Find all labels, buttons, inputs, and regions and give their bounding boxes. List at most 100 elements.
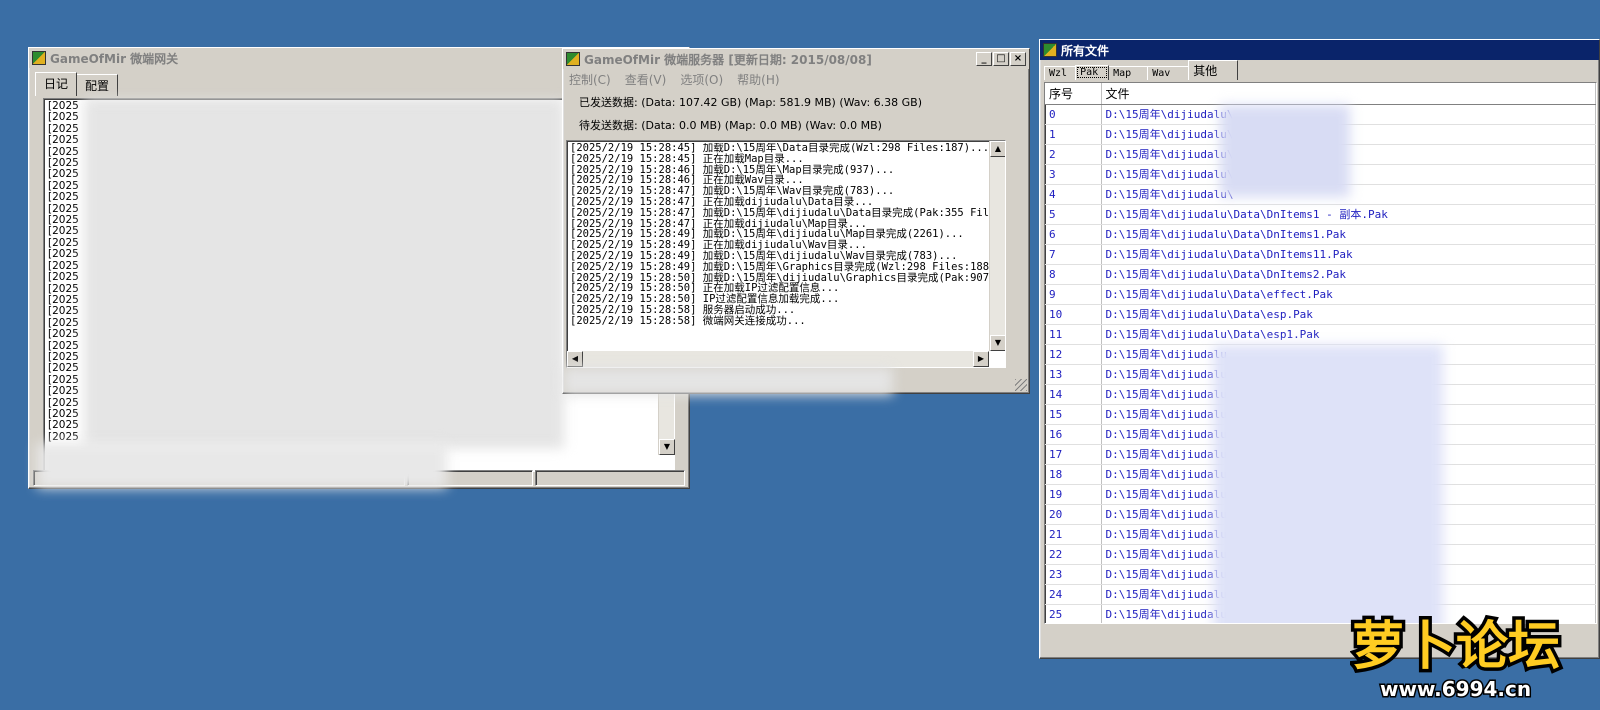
tab-config[interactable]: 配置 bbox=[76, 74, 119, 96]
column-header-index[interactable]: 序号 bbox=[1045, 83, 1102, 105]
row-index: 0 bbox=[1045, 104, 1102, 125]
tab-wzl[interactable]: Wzl bbox=[1044, 66, 1077, 80]
row-file-path: D:\15周年\dijiudalu\Data\effect.Pak bbox=[1101, 284, 1596, 305]
row-index: 11 bbox=[1045, 324, 1102, 345]
app-icon bbox=[32, 51, 46, 65]
table-row[interactable]: 10 D:\15周年\dijiudalu\Data\esp.Pak bbox=[1045, 304, 1596, 325]
scroll-right-button[interactable]: ▶ bbox=[973, 351, 989, 367]
row-index: 15 bbox=[1045, 404, 1102, 425]
log-line: [2025 bbox=[48, 271, 79, 284]
table-row[interactable]: 8 D:\15周年\dijiudalu\Data\DnItems2.Pak bbox=[1045, 264, 1596, 285]
gateway-log-list: [2025 [2025 [2025 [2025 [2025 [2025 [2025 [2025… bbox=[48, 100, 88, 443]
row-index: 25 bbox=[1045, 604, 1102, 623]
row-index: 13 bbox=[1045, 364, 1102, 385]
carrot-logo-icon: 萝卜论坛 www.6994.cn bbox=[1349, 614, 1564, 703]
log-line: [2025/2/19 15:28:47] 加载D:\15周年\dijiudalu… bbox=[570, 206, 990, 219]
server-title: GameOfMir 微端服务器 [更新日期: 2015/08/08] bbox=[584, 52, 872, 67]
tab-pak[interactable]: Pak bbox=[1075, 65, 1110, 80]
server-status-redacted bbox=[563, 367, 893, 395]
column-header-file[interactable]: 文件 bbox=[1101, 83, 1596, 105]
gateway-status-redacted bbox=[37, 443, 447, 488]
pending-data-label: 待发送数据: (Data: 0.0 MB) (Map: 0.0 MB) (Wav… bbox=[579, 119, 882, 132]
tab-map[interactable]: Map bbox=[1108, 66, 1149, 80]
row-file-path: D:\15周年\dijiudalu\Data\DnItems1 - 副本.Pak bbox=[1101, 204, 1596, 225]
log-line: [2025 bbox=[48, 328, 79, 341]
tab-wav[interactable]: Wav bbox=[1147, 66, 1190, 80]
row-index: 10 bbox=[1045, 304, 1102, 325]
table-row[interactable]: 11 D:\15周年\dijiudalu\Data\esp1.Pak bbox=[1045, 324, 1596, 345]
menu-help[interactable]: 帮助(H) bbox=[737, 71, 779, 88]
row-file-path: D:\15周年\dijiudalu\Data\DnItems11.Pak bbox=[1101, 244, 1596, 265]
row-index: 16 bbox=[1045, 424, 1102, 445]
scroll-down-button[interactable]: ▼ bbox=[990, 335, 1005, 351]
row-index: 22 bbox=[1045, 544, 1102, 565]
log-line: [2025/2/19 15:28:49] 加载D:\15周年\Graphics目… bbox=[570, 260, 990, 273]
row-index: 9 bbox=[1045, 284, 1102, 305]
minimize-button[interactable]: _ bbox=[976, 52, 992, 66]
row-index: 4 bbox=[1045, 184, 1102, 205]
table-row[interactable]: 5 D:\15周年\dijiudalu\Data\DnItems1 - 副本.Pa… bbox=[1045, 204, 1596, 225]
log-line: [2025 bbox=[48, 191, 79, 204]
scroll-down-button[interactable]: ▼ bbox=[659, 439, 675, 455]
forum-logo: 萝卜论坛 www.6994.cn bbox=[1349, 604, 1590, 704]
log-line: [2025 bbox=[48, 305, 79, 318]
log-line: [2025/2/19 15:28:58] 微端网关连接成功... bbox=[570, 314, 806, 327]
logo-url: www.6994.cn bbox=[1380, 677, 1531, 701]
app-icon bbox=[1043, 43, 1057, 57]
row-index: 8 bbox=[1045, 264, 1102, 285]
files-title: 所有文件 bbox=[1061, 43, 1110, 58]
server-scrollbar-h[interactable]: ◀ ▶ bbox=[567, 351, 989, 367]
row-index: 20 bbox=[1045, 504, 1102, 525]
scroll-left-button[interactable]: ◀ bbox=[567, 351, 583, 367]
maximize-button[interactable]: □ bbox=[993, 52, 1009, 66]
row-file-path: D:\15周年\dijiudalu\Data\esp.Pak bbox=[1101, 304, 1596, 325]
row-index: 6 bbox=[1045, 224, 1102, 245]
server-log-list: [2025/2/19 15:28:45] 加载D:\15周年\Data目录完成(… bbox=[570, 143, 990, 327]
close-button[interactable]: × bbox=[1010, 52, 1026, 66]
menu-control[interactable]: 控制(C) bbox=[569, 71, 611, 88]
server-menubar: 控制(C) 查看(V) 选项(O) 帮助(H) bbox=[563, 69, 1029, 89]
menu-view[interactable]: 查看(V) bbox=[625, 71, 667, 88]
caption-buttons: _ □ × bbox=[976, 52, 1026, 66]
server-titlebar[interactable]: GameOfMir 微端服务器 [更新日期: 2015/08/08] _ □ × bbox=[563, 49, 1029, 69]
scroll-up-button[interactable]: ▲ bbox=[990, 141, 1005, 157]
files-redacted-top bbox=[1220, 105, 1350, 197]
row-index: 14 bbox=[1045, 384, 1102, 405]
sent-data-label: 已发送数据: (Data: 107.42 GB) (Map: 581.9 MB)… bbox=[579, 96, 922, 109]
row-index: 1 bbox=[1045, 124, 1102, 145]
server-scrollbar-v[interactable]: ▲ ▼ bbox=[989, 141, 1005, 351]
log-line: [2025 bbox=[48, 248, 79, 261]
log-line: [2025 bbox=[48, 134, 79, 147]
row-index: 21 bbox=[1045, 524, 1102, 545]
row-index: 5 bbox=[1045, 204, 1102, 225]
menu-options[interactable]: 选项(O) bbox=[680, 71, 723, 88]
files-tabs: Wzl Pak Map Wav 其他 bbox=[1040, 60, 1599, 80]
row-index: 3 bbox=[1045, 164, 1102, 185]
app-icon bbox=[566, 52, 580, 66]
tab-other[interactable]: 其他 bbox=[1188, 60, 1239, 80]
status-pane bbox=[534, 470, 686, 486]
server-window: GameOfMir 微端服务器 [更新日期: 2015/08/08] _ □ ×… bbox=[562, 48, 1030, 395]
row-file-path: D:\15周年\dijiudalu\Data\DnItems1.Pak bbox=[1101, 224, 1596, 245]
files-redacted-bottom bbox=[1213, 345, 1443, 623]
logo-text: 萝卜论坛 bbox=[1352, 617, 1560, 677]
row-index: 23 bbox=[1045, 564, 1102, 585]
files-titlebar[interactable]: 所有文件 bbox=[1040, 40, 1599, 60]
files-window: 所有文件 Wzl Pak Map Wav 其他 序号 文件 0 D:\15周年\d… bbox=[1039, 39, 1600, 659]
row-file-path: D:\15周年\dijiudalu\Data\esp1.Pak bbox=[1101, 324, 1596, 345]
tab-log[interactable]: 日记 bbox=[35, 72, 78, 96]
resize-grip[interactable] bbox=[1015, 379, 1027, 391]
server-log-panel: [2025/2/19 15:28:45] 加载D:\15周年\Data目录完成(… bbox=[566, 140, 1006, 368]
files-list-panel: 序号 文件 0 D:\15周年\dijiudalu\ 1 D:\15周年\dijiud… bbox=[1044, 82, 1597, 624]
row-index: 7 bbox=[1045, 244, 1102, 265]
files-table-header: 序号 文件 bbox=[1045, 83, 1596, 105]
row-file-path: D:\15周年\dijiudalu\Data\DnItems2.Pak bbox=[1101, 264, 1596, 285]
row-index: 17 bbox=[1045, 444, 1102, 465]
log-line: [2025 bbox=[48, 430, 79, 443]
row-index: 24 bbox=[1045, 584, 1102, 605]
gateway-log-redacted bbox=[84, 99, 564, 449]
row-index: 18 bbox=[1045, 464, 1102, 485]
table-row[interactable]: 6 D:\15周年\dijiudalu\Data\DnItems1.Pak bbox=[1045, 224, 1596, 245]
table-row[interactable]: 7 D:\15周年\dijiudalu\Data\DnItems11.Pak bbox=[1045, 244, 1596, 265]
table-row[interactable]: 9 D:\15周年\dijiudalu\Data\effect.Pak bbox=[1045, 284, 1596, 305]
